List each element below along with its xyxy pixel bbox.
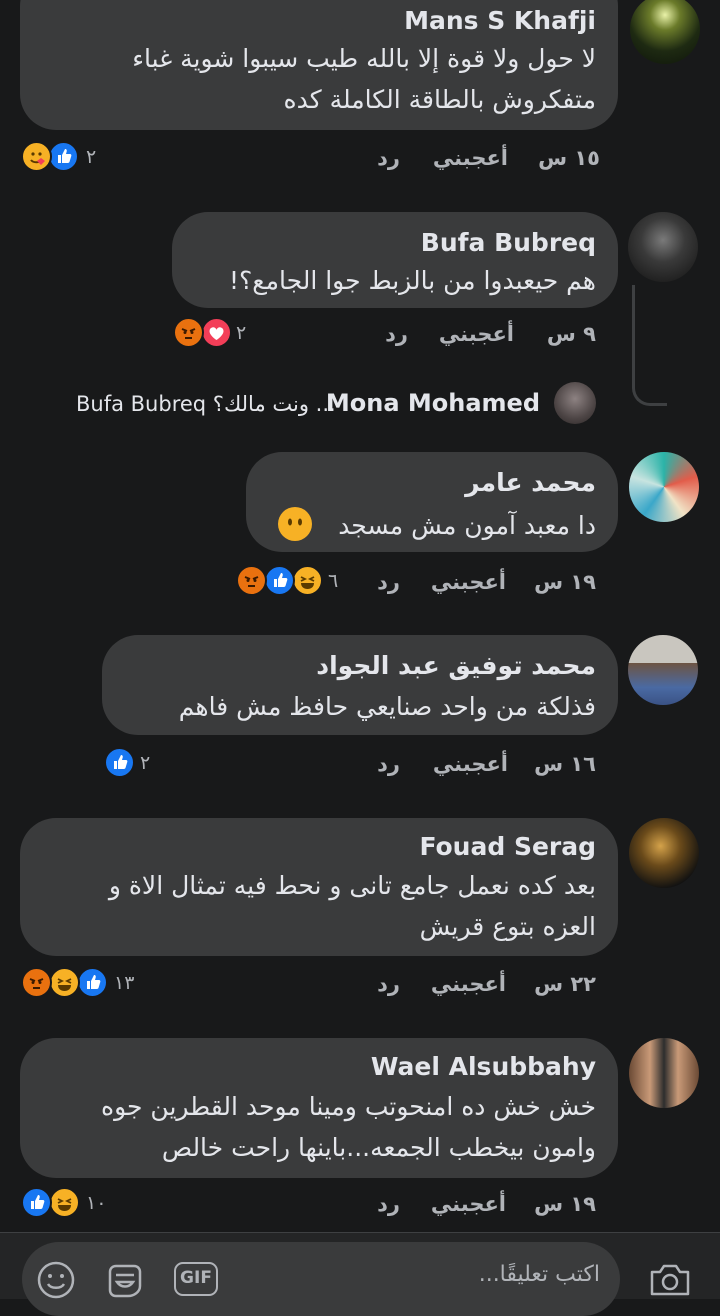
avatar[interactable]: [630, 0, 700, 64]
reaction-count[interactable]: ٢: [86, 146, 96, 168]
comment-text: العزه بتوع قريش: [419, 912, 596, 941]
like-button[interactable]: أعجبني: [433, 146, 508, 170]
haha-icon[interactable]: [49, 967, 80, 998]
reply-button[interactable]: رد: [377, 1192, 400, 1216]
reply-author[interactable]: Mona Mohamed: [326, 389, 540, 417]
comment-text: متفكروش بالطاقة الكاملة كده: [283, 85, 596, 114]
comment-text: هم حيعبدوا من بالزبط جوا الجامع؟!: [228, 266, 596, 295]
like-button[interactable]: أعجبني: [433, 752, 508, 776]
reaction-count[interactable]: ٢: [140, 752, 150, 774]
angry-icon[interactable]: [236, 565, 267, 596]
like-icon[interactable]: [104, 747, 135, 778]
comment-input-placeholder[interactable]: اكتب تعليقًا...: [479, 1262, 600, 1287]
haha-icon[interactable]: [292, 565, 323, 596]
comment-time[interactable]: ١٩ س: [534, 1192, 596, 1216]
reply-text[interactable]: ... ونت مالك؟ Bufa Bubreq: [76, 392, 336, 416]
like-icon[interactable]: [21, 1187, 52, 1218]
camera-icon[interactable]: [648, 1262, 692, 1298]
comment-author[interactable]: Wael Alsubbahy: [371, 1052, 596, 1081]
avatar[interactable]: [628, 212, 698, 282]
thread-connector: [632, 285, 667, 406]
like-icon[interactable]: [77, 967, 108, 998]
comment-author[interactable]: محمد عامر: [465, 468, 596, 497]
comment-time[interactable]: ١٦ س: [534, 752, 596, 776]
reply-button[interactable]: رد: [377, 752, 400, 776]
avatar[interactable]: [554, 382, 596, 424]
comment-author[interactable]: محمد توفيق عبد الجواد: [316, 651, 596, 680]
avatar[interactable]: [629, 452, 699, 522]
like-button[interactable]: أعجبني: [431, 972, 506, 996]
avatar[interactable]: [629, 1038, 699, 1108]
reaction-count[interactable]: ٢: [236, 322, 246, 344]
comment-text: فذلكة من واحد صنايعي حافظ مش فاهم: [178, 692, 596, 721]
sticker-icon[interactable]: [104, 1260, 146, 1302]
comment-author[interactable]: Fouad Serag: [419, 832, 596, 861]
comment-text: لا حول ولا قوة إلا بالله طيب سيبوا شوية …: [132, 44, 596, 73]
reaction-count[interactable]: ١٣: [114, 972, 134, 994]
haha-icon[interactable]: [49, 1187, 80, 1218]
comment-text: دا معبد آمون مش مسجد: [338, 511, 596, 540]
gif-icon[interactable]: GIF: [174, 1262, 218, 1296]
reaction-count[interactable]: ٦: [328, 570, 338, 592]
like-button[interactable]: أعجبني: [439, 322, 514, 346]
care-icon[interactable]: [21, 141, 52, 172]
avatar[interactable]: [628, 635, 698, 705]
avatar[interactable]: [629, 818, 699, 888]
like-icon[interactable]: [48, 141, 79, 172]
comment-author[interactable]: Bufa Bubreq: [421, 228, 596, 257]
love-icon[interactable]: [201, 317, 232, 348]
neutral-face-emoji: [278, 507, 312, 541]
comment-time[interactable]: ٩ س: [547, 322, 596, 346]
reply-button[interactable]: رد: [377, 570, 400, 594]
angry-icon[interactable]: [173, 317, 204, 348]
reply-button[interactable]: رد: [377, 972, 400, 996]
comment-time[interactable]: ١٥ س: [538, 146, 600, 170]
angry-icon[interactable]: [21, 967, 52, 998]
reply-button[interactable]: رد: [377, 146, 400, 170]
comment-author[interactable]: Mans S Khafji: [404, 6, 596, 35]
like-button[interactable]: أعجبني: [431, 570, 506, 594]
reply-button[interactable]: رد: [385, 322, 408, 346]
reaction-count[interactable]: ١٠: [86, 1192, 106, 1214]
emoji-icon[interactable]: [36, 1260, 76, 1300]
like-icon[interactable]: [264, 565, 295, 596]
comment-text: خش خش ده امنحوتب ومينا موحد القطرين جوه: [101, 1092, 596, 1121]
comment-time[interactable]: ٢٢ س: [534, 972, 596, 996]
comment-text: بعد كده نعمل جامع تانى و نحط فيه تمثال ا…: [108, 871, 596, 900]
comment-text: وامون بيخطب الجمعه...باينها راحت خالص: [161, 1133, 596, 1162]
comment-time[interactable]: ١٩ س: [534, 570, 596, 594]
like-button[interactable]: أعجبني: [431, 1192, 506, 1216]
